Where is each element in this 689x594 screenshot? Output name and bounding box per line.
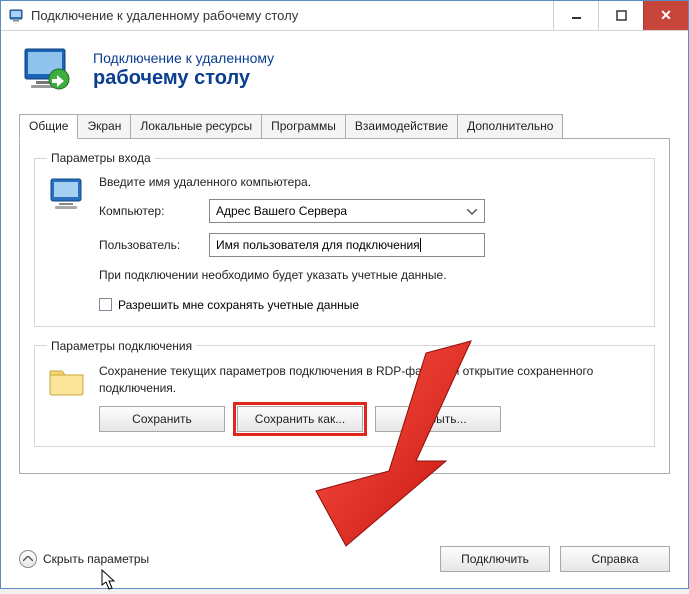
app-icon [9,8,25,24]
connect-button[interactable]: Подключить [440,546,550,572]
rdp-window: Подключение к удаленному рабочему столу … [0,0,689,589]
tab-strip: Общие Экран Локальные ресурсы Программы … [19,113,670,138]
login-instruction: Введите имя удаленного компьютера. [99,175,642,189]
computer-value: Адрес Вашего Сервера [216,204,347,218]
connection-legend: Параметры подключения [47,339,196,353]
tab-programs[interactable]: Программы [261,114,346,139]
close-button[interactable]: ✕ [643,1,688,30]
tab-general[interactable]: Общие [19,114,78,139]
computer-icon [47,175,93,312]
header-text: Подключение к удаленному рабочему столу [93,50,274,90]
tab-display[interactable]: Экран [77,114,131,139]
toggle-options-button[interactable]: Скрыть параметры [19,550,149,568]
window-title: Подключение к удаленному рабочему столу [31,8,553,23]
tab-experience[interactable]: Взаимодействие [345,114,458,139]
tab-advanced[interactable]: Дополнительно [457,114,563,139]
username-input[interactable]: Имя пользователя для подключения [209,233,485,257]
connection-description: Сохранение текущих параметров подключени… [99,363,642,397]
login-group: Параметры входа Введите имя удаленного к… [34,151,655,327]
client-area: Подключение к удаленному рабочему столу … [1,31,688,588]
text-caret [420,238,421,252]
remote-desktop-icon [19,45,79,95]
tab-local-resources[interactable]: Локальные ресурсы [130,114,262,139]
connection-group: Параметры подключения Сохранение текущих… [34,339,655,448]
header-line2: рабочему столу [93,67,274,90]
titlebar[interactable]: Подключение к удаленному рабочему столу … [1,1,688,31]
computer-label: Компьютер: [99,204,209,218]
computer-combobox[interactable]: Адрес Вашего Сервера [209,199,485,223]
chevron-down-icon [464,204,480,218]
close-icon: ✕ [660,7,672,24]
credentials-note: При подключении необходимо будет указать… [99,267,642,284]
username-value: Имя пользователя для подключения [216,238,420,252]
open-button[interactable]: Открыть... [375,406,501,432]
chevron-up-icon [19,550,37,568]
header-line1: Подключение к удаленному [93,50,274,66]
maximize-button[interactable] [598,1,643,30]
toggle-options-label: Скрыть параметры [43,552,149,566]
help-button[interactable]: Справка [560,546,670,572]
tab-panel-general: Параметры входа Введите имя удаленного к… [19,138,670,474]
save-button[interactable]: Сохранить [99,406,225,432]
save-as-button[interactable]: Сохранить как... [237,406,363,432]
mouse-cursor-icon [101,569,117,591]
folder-icon [47,363,91,433]
dialog-header: Подключение к удаленному рабочему столу [19,45,670,95]
login-legend: Параметры входа [47,151,155,165]
checkbox-box [99,298,112,311]
minimize-button[interactable] [553,1,598,30]
checkbox-label: Разрешить мне сохранять учетные данные [118,298,359,312]
save-credentials-checkbox[interactable]: Разрешить мне сохранять учетные данные [99,298,642,312]
username-label: Пользователь: [99,238,209,252]
